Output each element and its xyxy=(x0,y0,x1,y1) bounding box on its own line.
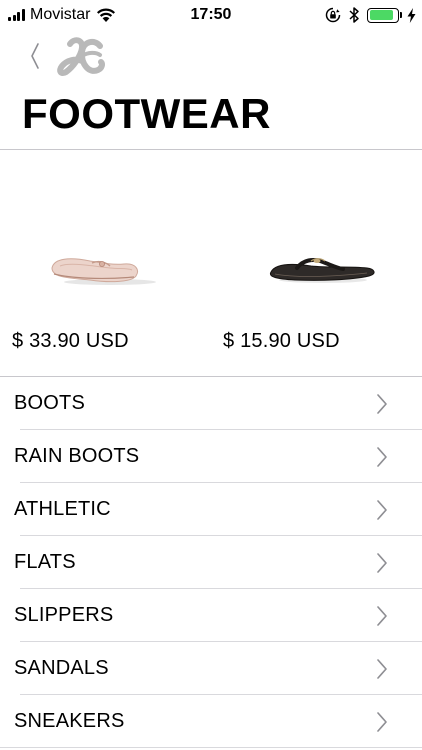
category-item-sandals[interactable]: SANDALS xyxy=(0,642,422,695)
category-item-slippers[interactable]: SLIPPERS xyxy=(0,589,422,642)
chevron-right-icon xyxy=(377,447,387,467)
category-item-boots[interactable]: BOOTS xyxy=(0,377,422,430)
status-bar: Movistar 17:50 xyxy=(0,0,422,30)
battery-icon xyxy=(367,7,399,23)
chevron-right-icon xyxy=(377,500,387,520)
pink-ballet-flat-image xyxy=(51,258,156,285)
chevron-left-icon xyxy=(31,43,39,69)
status-right xyxy=(325,6,416,24)
category-list: BOOTS RAIN BOOTS ATHLETIC FLATS SLIPPERS… xyxy=(0,377,422,748)
category-item-athletic[interactable]: ATHLETIC xyxy=(0,483,422,536)
product-price: $ 33.90 USD xyxy=(12,330,129,352)
bluetooth-icon xyxy=(349,7,359,23)
rotation-lock-icon xyxy=(325,7,341,23)
chevron-right-icon xyxy=(377,553,387,573)
chevron-right-icon xyxy=(377,606,387,626)
product-card[interactable]: $ 33.90 USD xyxy=(0,150,211,376)
category-label: SANDALS xyxy=(14,657,109,679)
chevron-right-icon xyxy=(377,394,387,414)
battery-tip xyxy=(400,12,402,18)
category-label: RAIN BOOTS xyxy=(14,445,140,467)
charging-bolt-icon xyxy=(407,7,416,23)
category-label: FLATS xyxy=(14,551,76,573)
brand-logo xyxy=(57,37,105,76)
chevron-right-icon xyxy=(377,659,387,679)
category-label: SNEAKERS xyxy=(14,710,125,732)
chevron-right-icon xyxy=(377,712,387,732)
category-label: BOOTS xyxy=(14,392,86,414)
category-label: SLIPPERS xyxy=(14,604,114,626)
category-item-flats[interactable]: FLATS xyxy=(0,536,422,589)
battery-level-fill xyxy=(369,10,393,20)
category-item-sneakers[interactable]: SNEAKERS xyxy=(0,695,422,748)
back-button[interactable] xyxy=(26,40,46,72)
category-label: ATHLETIC xyxy=(14,498,111,520)
category-item-rain-boots[interactable]: RAIN BOOTS xyxy=(0,430,422,483)
black-flip-flop-sandal-image xyxy=(269,258,375,283)
product-card[interactable]: $ 15.90 USD xyxy=(211,150,422,376)
page-title: FOOTWEAR xyxy=(22,90,271,137)
product-price: $ 15.90 USD xyxy=(223,330,340,352)
